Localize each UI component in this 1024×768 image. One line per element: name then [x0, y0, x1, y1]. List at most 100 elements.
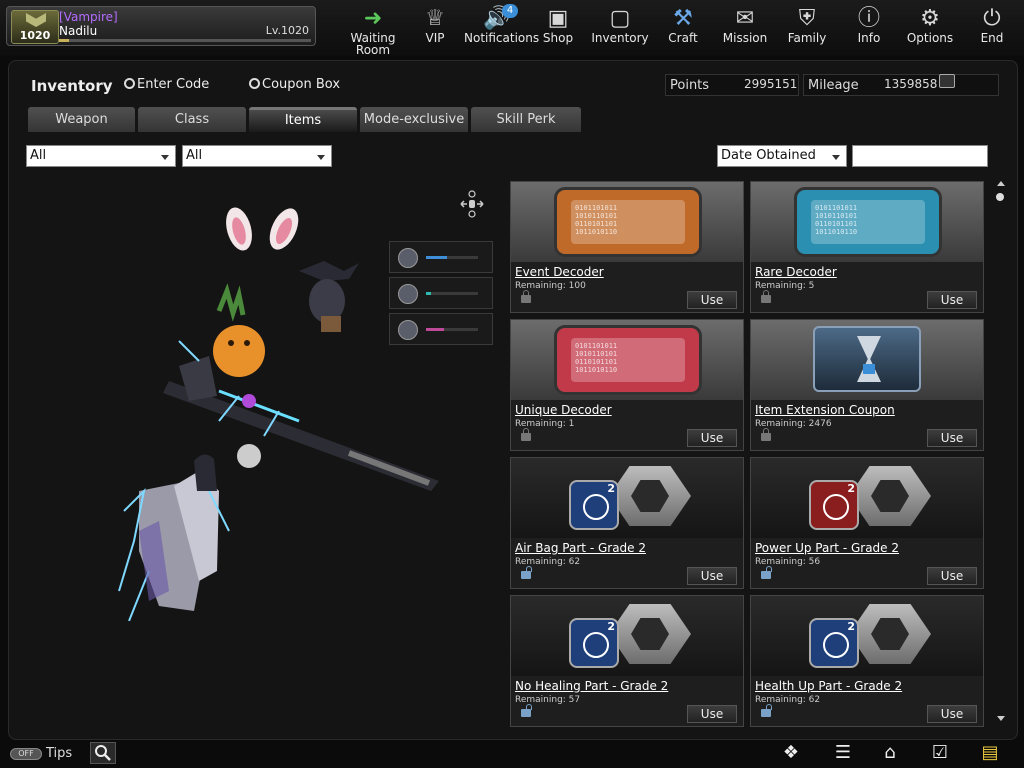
use-button[interactable]: Use	[687, 705, 737, 723]
item-card[interactable]: 2 Power Up Part - Grade 2 Remaining: 56 Use	[750, 457, 984, 589]
mileage-display: Mileage 1359858	[803, 74, 999, 96]
item-art: 2	[751, 596, 983, 676]
player-level: Lv.1020	[265, 24, 309, 37]
lock-icon[interactable]	[761, 428, 771, 441]
checklist-icon[interactable]: ☰	[831, 742, 855, 764]
part-badge-icon: 2	[809, 618, 859, 668]
use-button[interactable]: Use	[927, 705, 977, 723]
item-card[interactable]: 2 Air Bag Part - Grade 2 Remaining: 62 Use	[510, 457, 744, 589]
part-badge-icon: 2	[569, 480, 619, 530]
unlock-icon[interactable]	[761, 704, 772, 717]
item-card[interactable]: 2 Health Up Part - Grade 2 Remaining: 62 Us…	[750, 595, 984, 727]
unlock-icon[interactable]	[521, 566, 532, 579]
item-grid-scrollbar[interactable]	[996, 181, 1005, 721]
sort-select[interactable]: Date Obtained	[717, 145, 847, 167]
nav-family-button[interactable]: ⛨ Family	[776, 4, 838, 52]
item-name[interactable]: Item Extension Coupon	[755, 403, 895, 417]
nav-label: Shop	[542, 31, 574, 45]
tab-skill-perk[interactable]: Skill Perk	[471, 107, 581, 132]
use-button[interactable]: Use	[687, 567, 737, 585]
nav-vip-button[interactable]: ♕ VIP	[404, 4, 466, 52]
coupon-box-button[interactable]: Coupon Box	[249, 77, 340, 92]
use-button[interactable]: Use	[687, 429, 737, 447]
filter-category-select[interactable]: All	[26, 145, 176, 167]
unlock-icon[interactable]	[521, 704, 532, 717]
mileage-shop-icon[interactable]	[939, 74, 955, 88]
enter-code-label: Enter Code	[137, 77, 210, 92]
item-card[interactable]: 0101101011 1010110101 0110101101 1011010110…	[510, 181, 744, 313]
lock-icon[interactable]	[521, 290, 531, 303]
item-remaining: Remaining: 62	[515, 557, 581, 567]
nav-shop-button[interactable]: ▣ Shop	[527, 4, 589, 52]
mission-icon: ✉	[735, 6, 755, 31]
scroll-up-icon[interactable]	[997, 181, 1005, 186]
circle-arrow-icon	[124, 78, 135, 89]
part-symbol-icon	[823, 632, 849, 658]
gear-icon: ⚙	[920, 6, 940, 31]
mileage-value: 1359858	[884, 77, 938, 91]
scroll-down-icon[interactable]	[997, 716, 1005, 721]
search-icon	[95, 745, 111, 761]
part-badge-icon: 2	[809, 480, 859, 530]
circle-arrow-icon	[249, 78, 260, 89]
item-card[interactable]: Item Extension Coupon Remaining: 2476 Use	[750, 319, 984, 451]
compass-icon[interactable]: ❖	[779, 742, 803, 764]
item-name[interactable]: Power Up Part - Grade 2	[755, 541, 899, 555]
use-button[interactable]: Use	[927, 429, 977, 447]
item-name[interactable]: Unique Decoder	[515, 403, 612, 417]
craft-icon: ⚒	[673, 6, 693, 31]
part-symbol-icon	[583, 494, 609, 520]
xp-bar	[59, 39, 311, 42]
bottom-bar: OFF Tips ❖ ☰ ⌂ ☑ ▤	[0, 740, 1024, 768]
item-name[interactable]: Rare Decoder	[755, 265, 837, 279]
nav-mission-button[interactable]: ✉ Mission	[714, 4, 776, 52]
scroll-thumb[interactable]	[996, 193, 1004, 201]
filter-subcategory-select[interactable]: All	[182, 145, 332, 167]
item-name[interactable]: Event Decoder	[515, 265, 604, 279]
item-art: 0101101011 1010110101 0110101101 1011010110	[511, 182, 743, 262]
lock-icon[interactable]	[761, 290, 771, 303]
item-card[interactable]: 0101101011 1010110101 0110101101 1011010110…	[750, 181, 984, 313]
player-profile[interactable]: 1020 [Vampire] Nadilu Lv.1020	[6, 6, 316, 46]
enter-code-button[interactable]: Enter Code	[124, 77, 209, 92]
search-button[interactable]	[90, 742, 116, 764]
lock-icon[interactable]	[521, 428, 531, 441]
unlock-icon[interactable]	[761, 566, 772, 579]
tab-weapon[interactable]: Weapon	[28, 107, 135, 132]
nav-label: Info	[857, 31, 881, 45]
tab-items[interactable]: Items	[249, 107, 357, 132]
nav-inventory-button[interactable]: ▢ Inventory	[589, 4, 651, 52]
item-remaining: Remaining: 62	[755, 695, 821, 705]
part-grade: 2	[607, 620, 615, 633]
search-input[interactable]	[852, 145, 988, 167]
item-name[interactable]: Air Bag Part - Grade 2	[515, 541, 646, 555]
character-preview[interactable]	[9, 171, 509, 731]
calendar-icon[interactable]: ☑	[928, 742, 952, 764]
item-card[interactable]: 0101101011 1010110101 0110101101 1011010110…	[510, 319, 744, 451]
tab-class[interactable]: Class	[138, 107, 246, 132]
nav-end-button[interactable]: ⏻ End	[961, 4, 1023, 52]
tips-label: Tips	[46, 746, 73, 761]
home-icon[interactable]: ⌂	[878, 742, 902, 764]
nav-label: Notifications	[464, 31, 540, 45]
top-bar: 1020 [Vampire] Nadilu Lv.1020 ➜ Waiting …	[0, 0, 1024, 56]
item-name[interactable]: No Healing Part - Grade 2	[515, 679, 668, 693]
nav-info-button[interactable]: ⓘ Info	[838, 4, 900, 52]
ticket-screen: 0101101011 1010110101 0110101101 1011010110	[571, 200, 685, 244]
nav-craft-button[interactable]: ⚒ Craft	[652, 4, 714, 52]
use-button[interactable]: Use	[927, 291, 977, 309]
nav-notifications-button[interactable]: 🔊 4 Notifications	[464, 4, 540, 52]
part-hex-icon	[849, 604, 931, 664]
item-card[interactable]: 2 No Healing Part - Grade 2 Remaining: 57 U…	[510, 595, 744, 727]
nav-options-button[interactable]: ⚙ Options	[899, 4, 961, 52]
use-button[interactable]: Use	[687, 291, 737, 309]
move-rotate-icon[interactable]	[457, 189, 487, 219]
tab-mode-exclusive[interactable]: Mode-exclusive	[360, 107, 468, 132]
tips-toggle[interactable]: OFF	[10, 748, 42, 760]
use-button[interactable]: Use	[927, 567, 977, 585]
nav-waiting-room-button[interactable]: ➜ Waiting Room	[342, 4, 404, 56]
item-name[interactable]: Health Up Part - Grade 2	[755, 679, 902, 693]
film-icon[interactable]: ▤	[978, 742, 1002, 764]
nav-label: VIP	[425, 31, 445, 45]
part-symbol-icon	[823, 494, 849, 520]
